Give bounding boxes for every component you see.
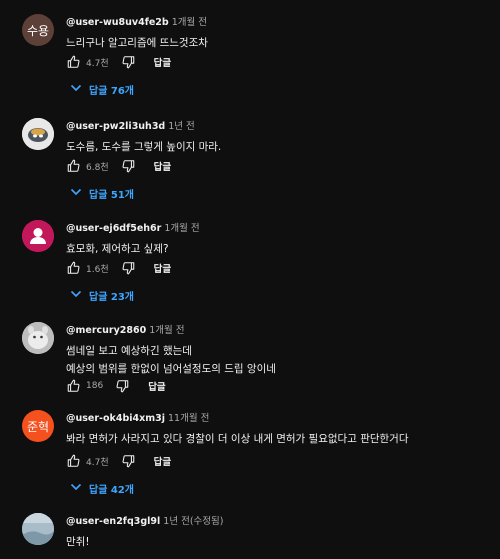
comment-actions: 4.7천 답글 (66, 451, 171, 471)
avatar-initials: 준혁 (26, 419, 50, 434)
chevron-down-icon (70, 188, 89, 199)
like-count: 1.6천 (86, 264, 109, 275)
avatar[interactable]: 수용 (22, 14, 54, 46)
comment-body: @user-en2fq3gl9l 1년 전(수정됨) 만취! (66, 513, 494, 550)
comment-author[interactable]: @user-ej6df5eh6r (66, 223, 161, 234)
chevron-down-icon (70, 290, 89, 301)
like-count: 4.7천 (86, 457, 109, 468)
comment-header: @user-en2fq3gl9l 1년 전(수정됨) (66, 513, 494, 531)
comment-header: @mercury2860 1개월 전 (66, 322, 494, 340)
comment-text: 느리구나 알고리즘에 뜨느것조차 (66, 37, 208, 49)
comment-body: @mercury2860 1개월 전 썸네일 보고 예상하긴 했는데 예상의 범위… (66, 322, 494, 377)
comment-time[interactable]: 1개월 전 (149, 325, 184, 336)
view-replies-button[interactable]: 답글 23개 (70, 285, 134, 305)
comment-text: 썸네일 보고 예상하긴 했는데 (66, 345, 192, 357)
comment-text: 효모화, 제어하고 싶제? (66, 243, 169, 255)
view-replies-button[interactable]: 답글 51개 (70, 183, 134, 203)
avatar-image (22, 118, 54, 150)
comment-actions: 1.6천 답글 (66, 258, 171, 278)
like-count: 186 (86, 381, 104, 391)
avatar[interactable] (22, 513, 54, 545)
dislike-icon[interactable] (115, 379, 130, 393)
like-count: 6.8천 (86, 162, 109, 173)
comment-actions: 6.8천 답글 (66, 156, 171, 176)
comment-body: @user-ej6df5eh6r 1개월 전 효모화, 제어하고 싶제? (66, 220, 494, 257)
dislike-icon[interactable] (121, 454, 136, 468)
avatar-initials: 수용 (26, 23, 50, 38)
chevron-down-icon (70, 483, 89, 494)
comment-author[interactable]: @user-ok4bi4xm3j (66, 413, 165, 424)
chevron-down-icon (70, 84, 89, 95)
comment-header: @user-ej6df5eh6r 1개월 전 (66, 220, 494, 238)
comment-time[interactable]: 1개월 전 (164, 223, 199, 234)
comment-author[interactable]: @mercury2860 (66, 325, 146, 336)
reply-button[interactable]: 답글 (148, 379, 165, 393)
comment-header: @user-pw2li3uh3d 1년 전 (66, 118, 494, 136)
avatar[interactable] (22, 322, 54, 354)
comment-body: @user-ok4bi4xm3j 11개월 전 봐라 면허가 사라지고 있다 경찰… (66, 410, 494, 447)
dislike-icon[interactable] (121, 159, 136, 173)
comment-time[interactable]: 11개월 전 (168, 413, 209, 424)
reply-button[interactable]: 답글 (154, 454, 171, 468)
comments-list: 수용 @user-wu8uv4fe2b 1개월 전 느리구나 알고리즘에 뜨느것조… (0, 0, 500, 559)
reply-button[interactable]: 답글 (154, 261, 171, 275)
avatar[interactable]: 준혁 (22, 410, 54, 442)
comment-author[interactable]: @user-en2fq3gl9l (66, 516, 160, 527)
like-icon[interactable] (66, 379, 81, 393)
comment-time[interactable]: 1년 전(수정됨) (163, 516, 223, 527)
dislike-icon[interactable] (121, 261, 136, 275)
dislike-icon[interactable] (121, 55, 136, 69)
comment-time[interactable]: 1개월 전 (172, 17, 207, 28)
like-icon[interactable] (66, 261, 81, 275)
comment-text-line: 예상의 범위를 한없이 넘어설정도의 드립 앙이네 (66, 363, 276, 375)
comment-actions: 4.7천 답글 (66, 52, 171, 72)
comment-actions: 186 답글 (66, 376, 166, 396)
reply-button[interactable]: 답글 (154, 159, 171, 173)
replies-label: 답글 76개 (89, 85, 134, 97)
comment-author[interactable]: @user-pw2li3uh3d (66, 121, 165, 132)
comment-text: 봐라 면허가 사라지고 있다 경찰이 더 이상 내게 면허가 필요없다고 판단한… (66, 433, 409, 445)
avatar-image (22, 322, 54, 354)
comment-header: @user-ok4bi4xm3j 11개월 전 (66, 410, 494, 428)
comment-time[interactable]: 1년 전 (168, 121, 195, 132)
like-count: 4.7천 (86, 58, 109, 69)
comment-text: 도수름, 도수를 그렇게 높이지 마라. (66, 141, 222, 153)
comment-body: @user-pw2li3uh3d 1년 전 도수름, 도수를 그렇게 높이지 마라… (66, 118, 494, 155)
view-replies-button[interactable]: 답글 76개 (70, 79, 134, 99)
reply-button[interactable]: 답글 (154, 55, 171, 69)
default-user-icon (22, 220, 54, 252)
view-replies-button[interactable]: 답글 42개 (70, 478, 134, 498)
like-icon[interactable] (66, 55, 81, 69)
like-icon[interactable] (66, 159, 81, 173)
comment-text: 만취! (66, 536, 90, 548)
comment-body: @user-wu8uv4fe2b 1개월 전 느리구나 알고리즘에 뜨느것조차 (66, 14, 494, 51)
replies-label: 답글 42개 (89, 484, 134, 496)
replies-label: 답글 23개 (89, 291, 134, 303)
avatar[interactable] (22, 220, 54, 252)
avatar[interactable] (22, 118, 54, 150)
like-icon[interactable] (66, 454, 81, 468)
replies-label: 답글 51개 (89, 189, 134, 201)
avatar-image (22, 513, 54, 545)
comment-header: @user-wu8uv4fe2b 1개월 전 (66, 14, 494, 32)
comment-author[interactable]: @user-wu8uv4fe2b (66, 17, 169, 28)
